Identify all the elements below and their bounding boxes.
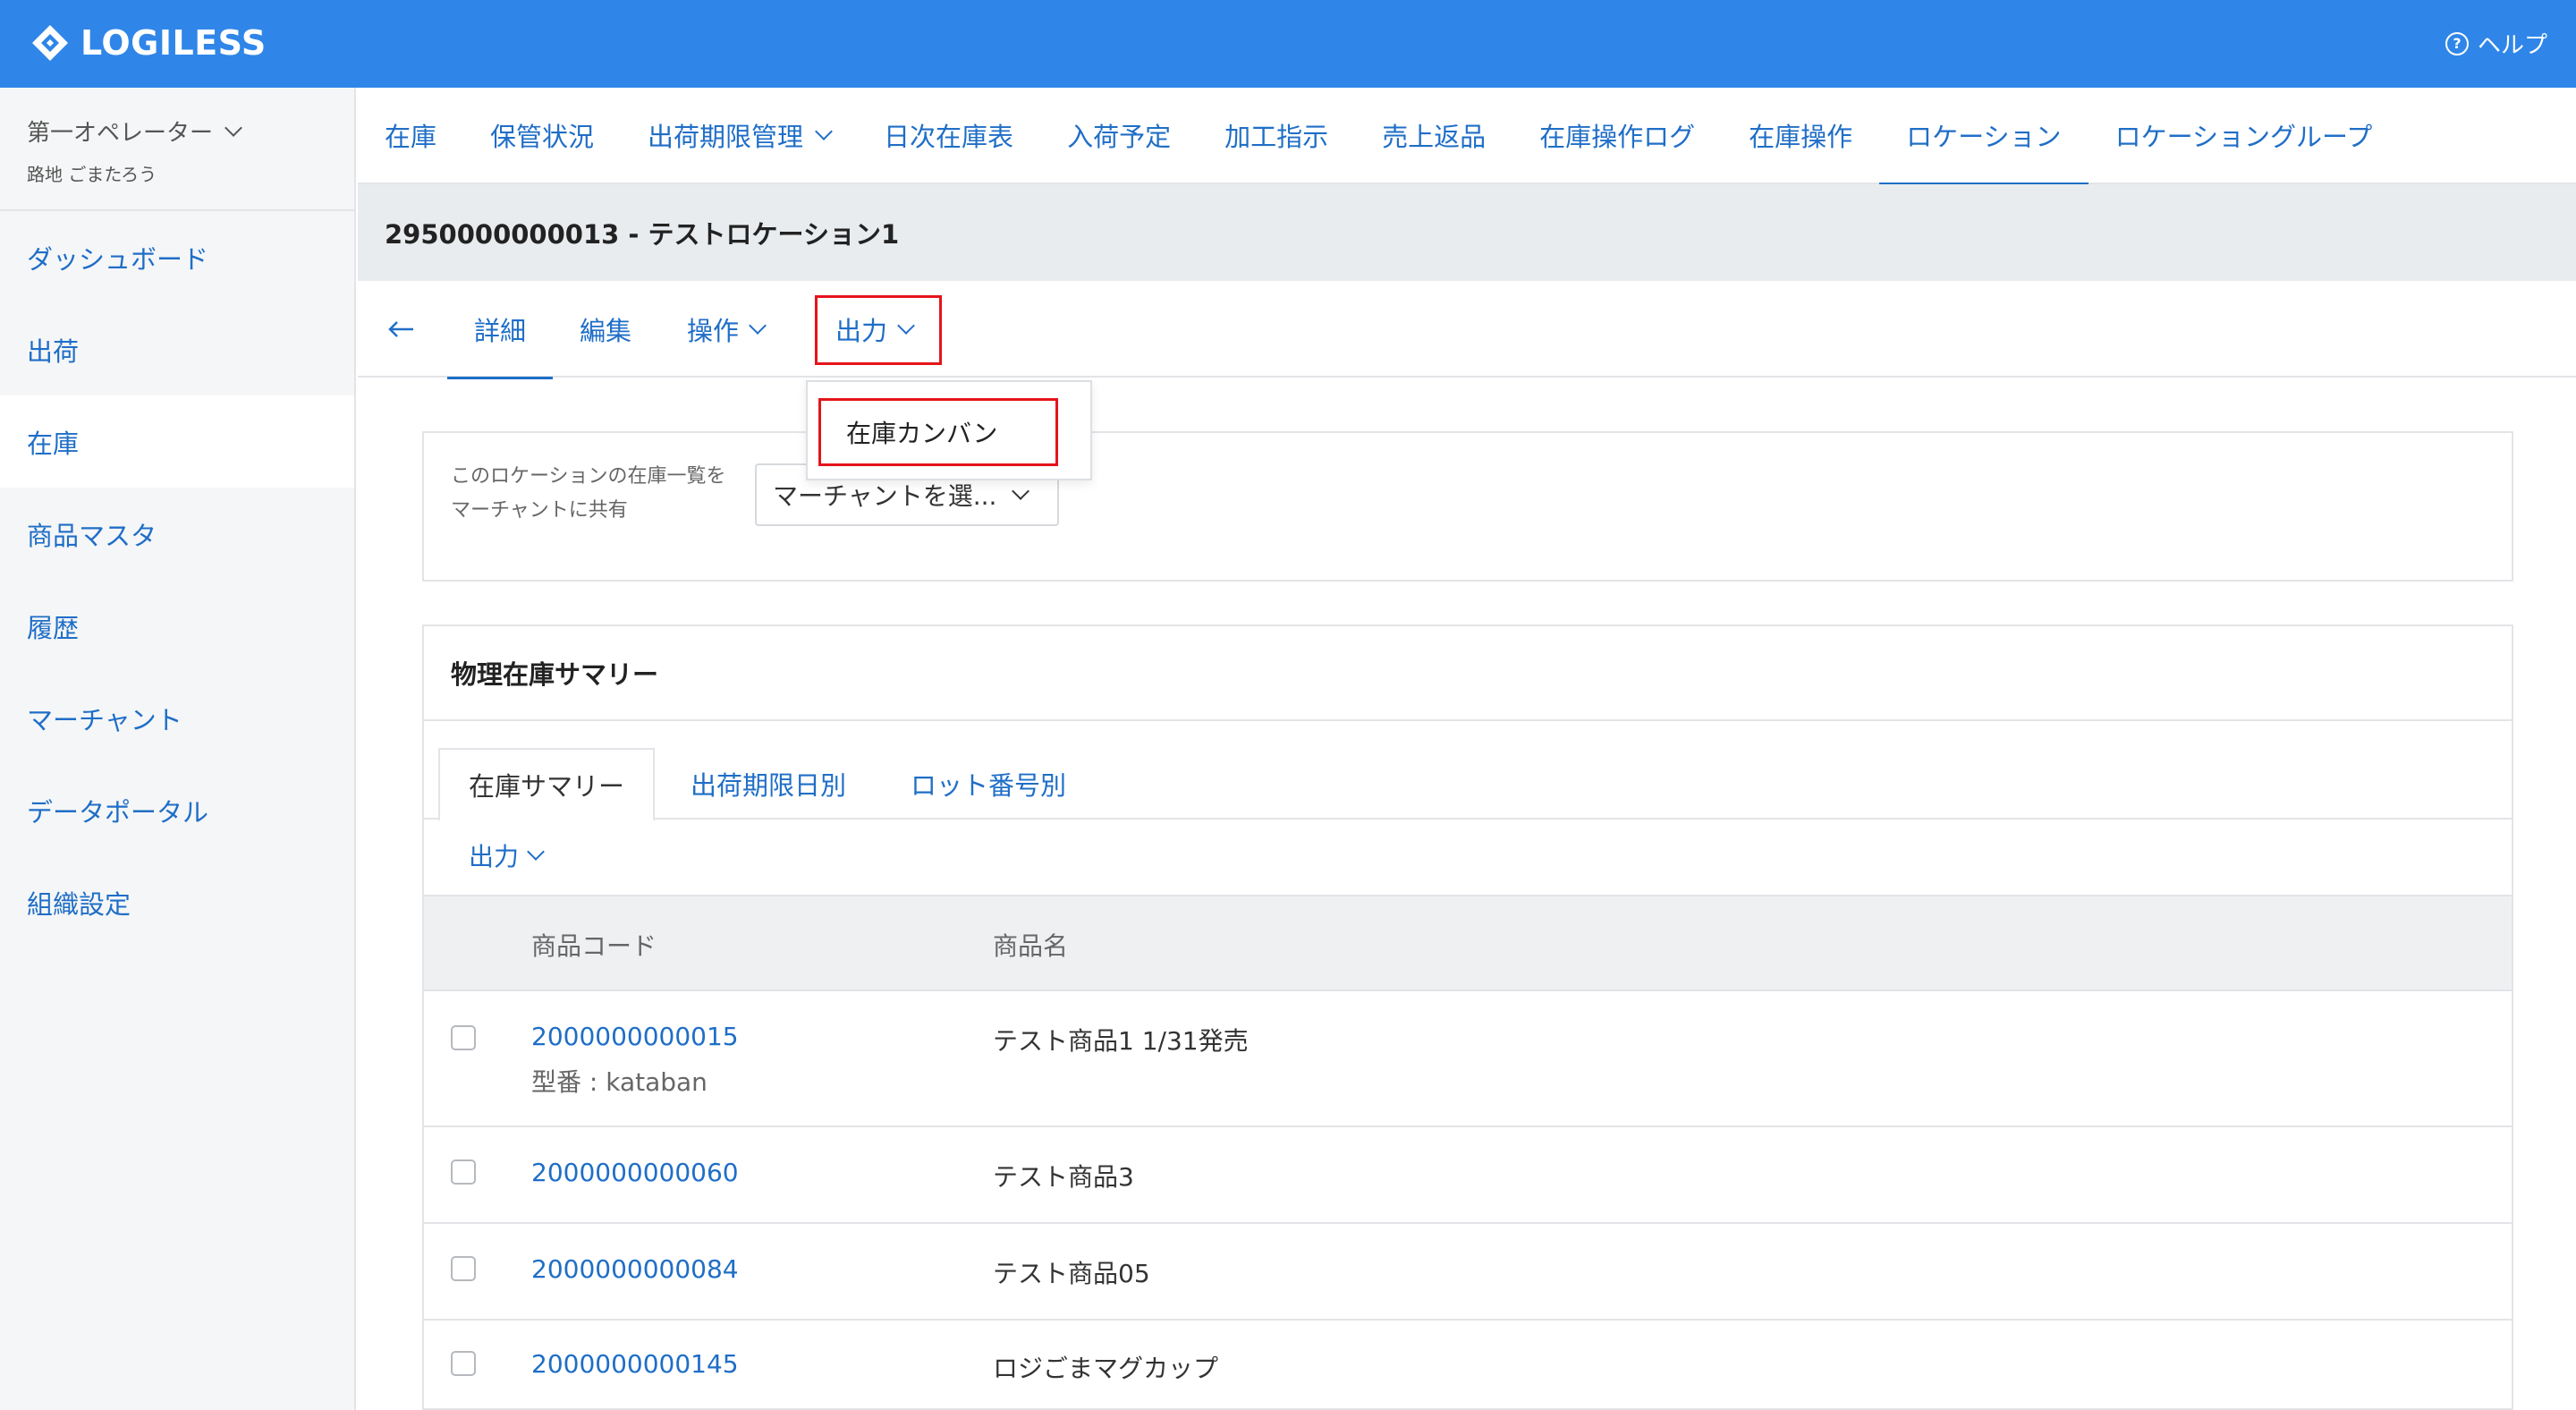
product-code-link[interactable]: 2000000000060 xyxy=(531,1158,739,1187)
table-row: 2000000000084 テスト商品05 xyxy=(424,1224,2512,1321)
page-title: 2950000000013 - テストロケーション1 xyxy=(358,184,2576,281)
back-button[interactable] xyxy=(388,281,415,378)
product-code-link[interactable]: 2000000000084 xyxy=(531,1254,739,1284)
logiless-logo-icon xyxy=(32,25,68,61)
topnav-sales-returns[interactable]: 売上返品 xyxy=(1382,87,1486,183)
topnav-label: 加工指示 xyxy=(1224,122,1329,152)
tab-detail[interactable]: 詳細 xyxy=(446,281,554,379)
menu-item-inventory-kanban[interactable]: 在庫カンバン xyxy=(818,398,1058,466)
output-highlight-box xyxy=(815,295,942,365)
sidebar: 第一オペレーター 路地 ごまたろう ダッシュボード 出荷 在庫 商品マスタ 履歴… xyxy=(0,88,356,1410)
sidebar-item-merchant[interactable]: マーチャント xyxy=(0,672,354,764)
tab-operation-label: 操作 xyxy=(687,316,740,346)
topnav-label: 在庫操作ログ xyxy=(1539,122,1696,152)
row-checkbox[interactable] xyxy=(451,1256,476,1281)
tab-inventory-summary[interactable]: 在庫サマリー xyxy=(438,748,656,821)
topnav-label: ロケーション xyxy=(1906,122,2062,152)
topnav-label: 保管状況 xyxy=(490,122,595,152)
chevron-down-icon xyxy=(749,317,767,335)
share-panel: このロケーションの在庫一覧を マーチャントに共有 マーチャントを選... xyxy=(422,431,2513,582)
topnav-storage-status[interactable]: 保管状況 xyxy=(490,87,594,183)
table-header: 商品コード 商品名 xyxy=(424,895,2512,991)
chevron-down-icon xyxy=(527,843,545,861)
summary-panel: 物理在庫サマリー 在庫サマリー 出荷期限日別 ロット番号別 出力 商品コード 商… xyxy=(422,624,2513,1410)
topnav-label: 在庫 xyxy=(385,122,437,152)
topnav-label: 入荷予定 xyxy=(1067,122,1172,152)
user-block[interactable]: 第一オペレーター 路地 ごまたろう xyxy=(0,88,354,211)
logo-text: LOGILESS xyxy=(80,23,267,63)
logo[interactable]: LOGILESS xyxy=(30,23,267,63)
topnav-arrival-schedule[interactable]: 入荷予定 xyxy=(1067,87,1171,183)
topnav-shipping-deadline[interactable]: 出荷期限管理 xyxy=(648,87,833,183)
share-label-line1: このロケーションの在庫一覧を xyxy=(451,465,726,488)
sidebar-item-products[interactable]: 商品マスタ xyxy=(0,488,354,580)
row-checkbox[interactable] xyxy=(451,1351,476,1376)
user-name-row[interactable]: 第一オペレーター xyxy=(27,115,354,148)
top-nav: 在庫 保管状況 出荷期限管理 日次在庫表 入荷予定 加工指示 売上返品 在庫操作… xyxy=(358,87,2576,185)
summary-output-label: 出力 xyxy=(469,842,520,871)
table-row: 2000000000145 ロジごまマグカップ xyxy=(424,1321,2512,1410)
summary-tabs: 在庫サマリー 出荷期限日別 ロット番号別 xyxy=(424,748,2512,821)
topnav-inventory-operation[interactable]: 在庫操作 xyxy=(1749,87,1852,183)
topnav-inventory[interactable]: 在庫 xyxy=(385,87,436,183)
tab-operation[interactable]: 操作 xyxy=(687,281,767,378)
product-code-link[interactable]: 2000000000145 xyxy=(531,1349,739,1379)
topnav-daily-inventory[interactable]: 日次在庫表 xyxy=(884,87,1013,183)
topnav-location-group[interactable]: ロケーショングループ xyxy=(2115,87,2373,183)
summary-title: 物理在庫サマリー xyxy=(424,626,2512,721)
product-name: テスト商品05 xyxy=(993,1259,1150,1288)
share-label-line2: マーチャントに共有 xyxy=(451,499,628,522)
sidebar-item-data-portal[interactable]: データポータル xyxy=(0,764,354,856)
topnav-label: 売上返品 xyxy=(1382,122,1487,152)
sub-nav: 詳細 編集 操作 出力 xyxy=(358,281,2576,379)
chevron-down-icon xyxy=(1012,482,1030,500)
help-label: ヘルプ xyxy=(2477,32,2547,59)
chevron-down-icon xyxy=(225,118,242,137)
output-dropdown-menu: 在庫カンバン xyxy=(806,380,1092,480)
product-name: テスト商品3 xyxy=(993,1162,1134,1192)
user-name: 第一オペレーター xyxy=(27,120,214,147)
table-row: 2000000000015 型番 : kataban テスト商品1 1/31発売 xyxy=(424,991,2512,1127)
topnav-location[interactable]: ロケーション xyxy=(1879,87,2089,185)
product-name: テスト商品1 1/31発売 xyxy=(993,1026,1249,1056)
sidebar-item-dashboard[interactable]: ダッシュボード xyxy=(0,211,354,303)
share-label: このロケーションの在庫一覧を マーチャントに共有 xyxy=(451,460,755,528)
row-checkbox[interactable] xyxy=(451,1025,476,1050)
topnav-label: 日次在庫表 xyxy=(884,122,1014,152)
sidebar-item-org-settings[interactable]: 組織設定 xyxy=(0,856,354,948)
column-header-name: 商品名 xyxy=(993,931,1069,961)
product-name: ロジごまマグカップ xyxy=(993,1354,1219,1383)
topnav-label: ロケーショングループ xyxy=(2114,122,2373,152)
arrow-left-icon xyxy=(388,321,413,337)
product-code-link[interactable]: 2000000000015 xyxy=(531,1022,739,1051)
help-icon: ? xyxy=(2445,31,2469,55)
tab-by-lot[interactable]: ロット番号別 xyxy=(911,748,1066,820)
tab-by-deadline[interactable]: 出荷期限日別 xyxy=(691,748,846,820)
topnav-processing[interactable]: 加工指示 xyxy=(1224,87,1328,183)
table-row: 2000000000060 テスト商品3 xyxy=(424,1127,2512,1224)
sidebar-item-shipping[interactable]: 出荷 xyxy=(0,303,354,395)
topnav-label: 出荷期限管理 xyxy=(648,122,804,152)
help-link[interactable]: ? ヘルプ xyxy=(2445,27,2547,60)
chevron-down-icon xyxy=(815,123,833,140)
topnav-inventory-log[interactable]: 在庫操作ログ xyxy=(1539,87,1695,183)
summary-output-button[interactable]: 出力 xyxy=(469,837,545,873)
sidebar-item-inventory[interactable]: 在庫 xyxy=(0,395,354,488)
user-sub: 路地 ごまたろう xyxy=(27,164,157,185)
column-header-code: 商品コード xyxy=(531,931,657,961)
merchant-select-value: マーチャントを選... xyxy=(773,481,997,511)
app-header: LOGILESS ? ヘルプ xyxy=(0,0,2576,88)
sidebar-item-history[interactable]: 履歴 xyxy=(0,580,354,672)
tab-edit[interactable]: 編集 xyxy=(580,281,631,378)
product-model: 型番 : kataban xyxy=(531,1067,708,1097)
topnav-label: 在庫操作 xyxy=(1749,122,1853,152)
row-checkbox[interactable] xyxy=(451,1159,476,1185)
